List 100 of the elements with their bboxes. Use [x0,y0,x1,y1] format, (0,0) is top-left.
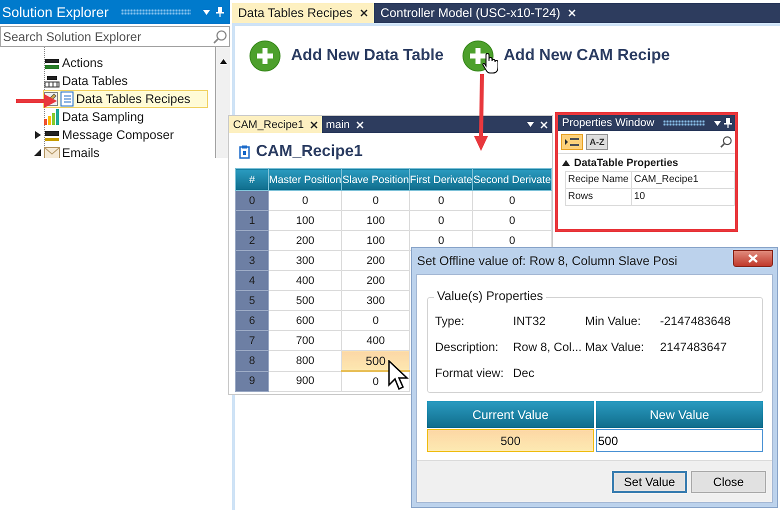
table-cell[interactable]: 0 [472,190,552,210]
field-value: INT32 [513,314,547,330]
table-cell[interactable]: 700 [268,330,342,350]
search-icon[interactable] [720,136,732,148]
collapse-icon[interactable] [34,149,42,157]
table-cell[interactable]: 200 [342,250,410,270]
table-cell[interactable]: 400 [268,270,342,290]
categorized-button[interactable] [561,134,583,150]
document-tab[interactable]: Controller Model (USC-x10-T24) [374,3,582,23]
field-label: Max Value: [585,340,646,356]
collapse-icon[interactable] [562,159,570,167]
row-header[interactable]: 8 [236,350,268,371]
tag-icon [44,56,60,70]
row-header[interactable]: 2 [236,230,268,250]
tree-item[interactable]: Data Tables Recipes [43,90,208,108]
row-header[interactable]: 4 [236,270,268,290]
pin-icon[interactable] [724,118,732,128]
dialog-title: Set Offline value of: Row 8, Column Slave Posi [417,254,678,268]
field-label: Format view: [435,366,505,382]
tree-item[interactable]: Emails [44,144,215,158]
table-cell[interactable]: 500 [268,290,342,310]
field-value: -2147483648 [660,314,732,330]
expand-icon[interactable] [34,131,42,139]
row-header[interactable]: 7 [236,330,268,350]
document-tab[interactable]: main [322,116,368,133]
row-header[interactable]: 0 [236,190,268,210]
property-name: Rows [565,188,632,206]
search-icon[interactable] [213,30,227,44]
table-cell[interactable]: 0 [472,210,552,230]
table-cell[interactable]: 0 [342,190,410,210]
recipe-title: CAM_Recipe1 [256,143,363,161]
row-header[interactable]: 1 [236,210,268,230]
property-name: Recipe Name [565,171,632,189]
tree-item[interactable]: Data Tables [44,72,215,90]
field-label: Type: [435,314,466,330]
dropdown-icon[interactable] [527,122,534,127]
tag-icon [44,128,60,142]
bar-chart-icon [44,109,60,125]
table-cell[interactable]: 0 [268,190,342,210]
group-title: Value(s) Properties [434,289,546,303]
column-header: New Value [596,401,763,428]
section-title: DataTable Properties [574,157,678,169]
table-cell[interactable]: 300 [342,290,410,310]
row-header[interactable]: 3 [236,250,268,270]
table-cell[interactable]: 100 [268,210,342,230]
field-value: Dec [513,366,536,382]
row-header[interactable]: 5 [236,290,268,310]
panel-title: Properties Window [562,117,654,129]
table-cell[interactable]: 300 [268,250,342,270]
row-header[interactable]: 6 [236,310,268,330]
panel-title: Solution Explorer [2,4,109,20]
close-icon[interactable] [360,9,368,17]
dialog-button[interactable]: Set Value [612,470,687,492]
table-cell[interactable]: 200 [268,230,342,250]
document-tab[interactable]: Data Tables Recipes [232,3,374,23]
property-value[interactable]: CAM_Recipe1 [631,171,735,189]
dialog-button[interactable]: Close [691,470,766,492]
table-cell[interactable]: 200 [342,270,410,290]
action-link[interactable]: Add New Data Table [291,47,444,65]
table-cell: 500 [427,429,594,452]
field-value: Row 8, Col... [513,340,583,356]
arrow-cursor-icon [388,360,410,392]
table-cell[interactable]: 900 [268,371,342,392]
field-value: 2147483647 [660,340,728,356]
close-icon [748,254,758,263]
close-button[interactable] [733,250,773,267]
tree-item[interactable]: Actions [44,54,215,72]
table-cell[interactable]: 600 [268,310,342,330]
column-header[interactable]: Slave Position [342,168,410,190]
column-header[interactable]: Second Derivate [472,168,552,190]
sort-button[interactable]: A-Z [586,134,608,150]
list-icon [564,137,580,147]
document-tab[interactable]: CAM_Recipe1 [229,116,322,133]
column-header[interactable]: First Derivate [409,168,473,190]
table-cell[interactable]: 100 [342,210,410,230]
document-icon [60,91,74,107]
tree-item[interactable]: Message Composer [44,126,215,144]
table-cell[interactable]: 0 [409,190,473,210]
field-label: Description: [435,340,500,356]
row-header[interactable]: 9 [236,371,268,392]
column-header[interactable]: # [236,168,268,190]
value-input[interactable]: 500 [596,429,763,452]
column-header: Current Value [427,401,594,428]
field-label: Min Value: [585,314,642,330]
document-icon [239,145,250,159]
hand-cursor-icon [482,52,498,74]
column-header[interactable]: Master Position [268,168,342,190]
scroll-up-icon[interactable] [220,59,226,64]
table-cell[interactable]: 0 [409,210,473,230]
close-icon[interactable] [310,120,318,128]
table-cell[interactable]: 0 [342,310,410,330]
tree-item[interactable]: Data Sampling [44,108,215,126]
table-cell[interactable]: 100 [342,230,410,250]
dropdown-icon[interactable] [714,120,721,126]
action-link[interactable]: Add New CAM Recipe [504,47,670,65]
table-icon [44,74,60,88]
property-value[interactable]: 10 [631,188,735,206]
arrow-annotation [16,93,58,109]
envelope-icon [44,147,60,158]
search-field[interactable]: Search Solution Explorer [0,26,230,47]
